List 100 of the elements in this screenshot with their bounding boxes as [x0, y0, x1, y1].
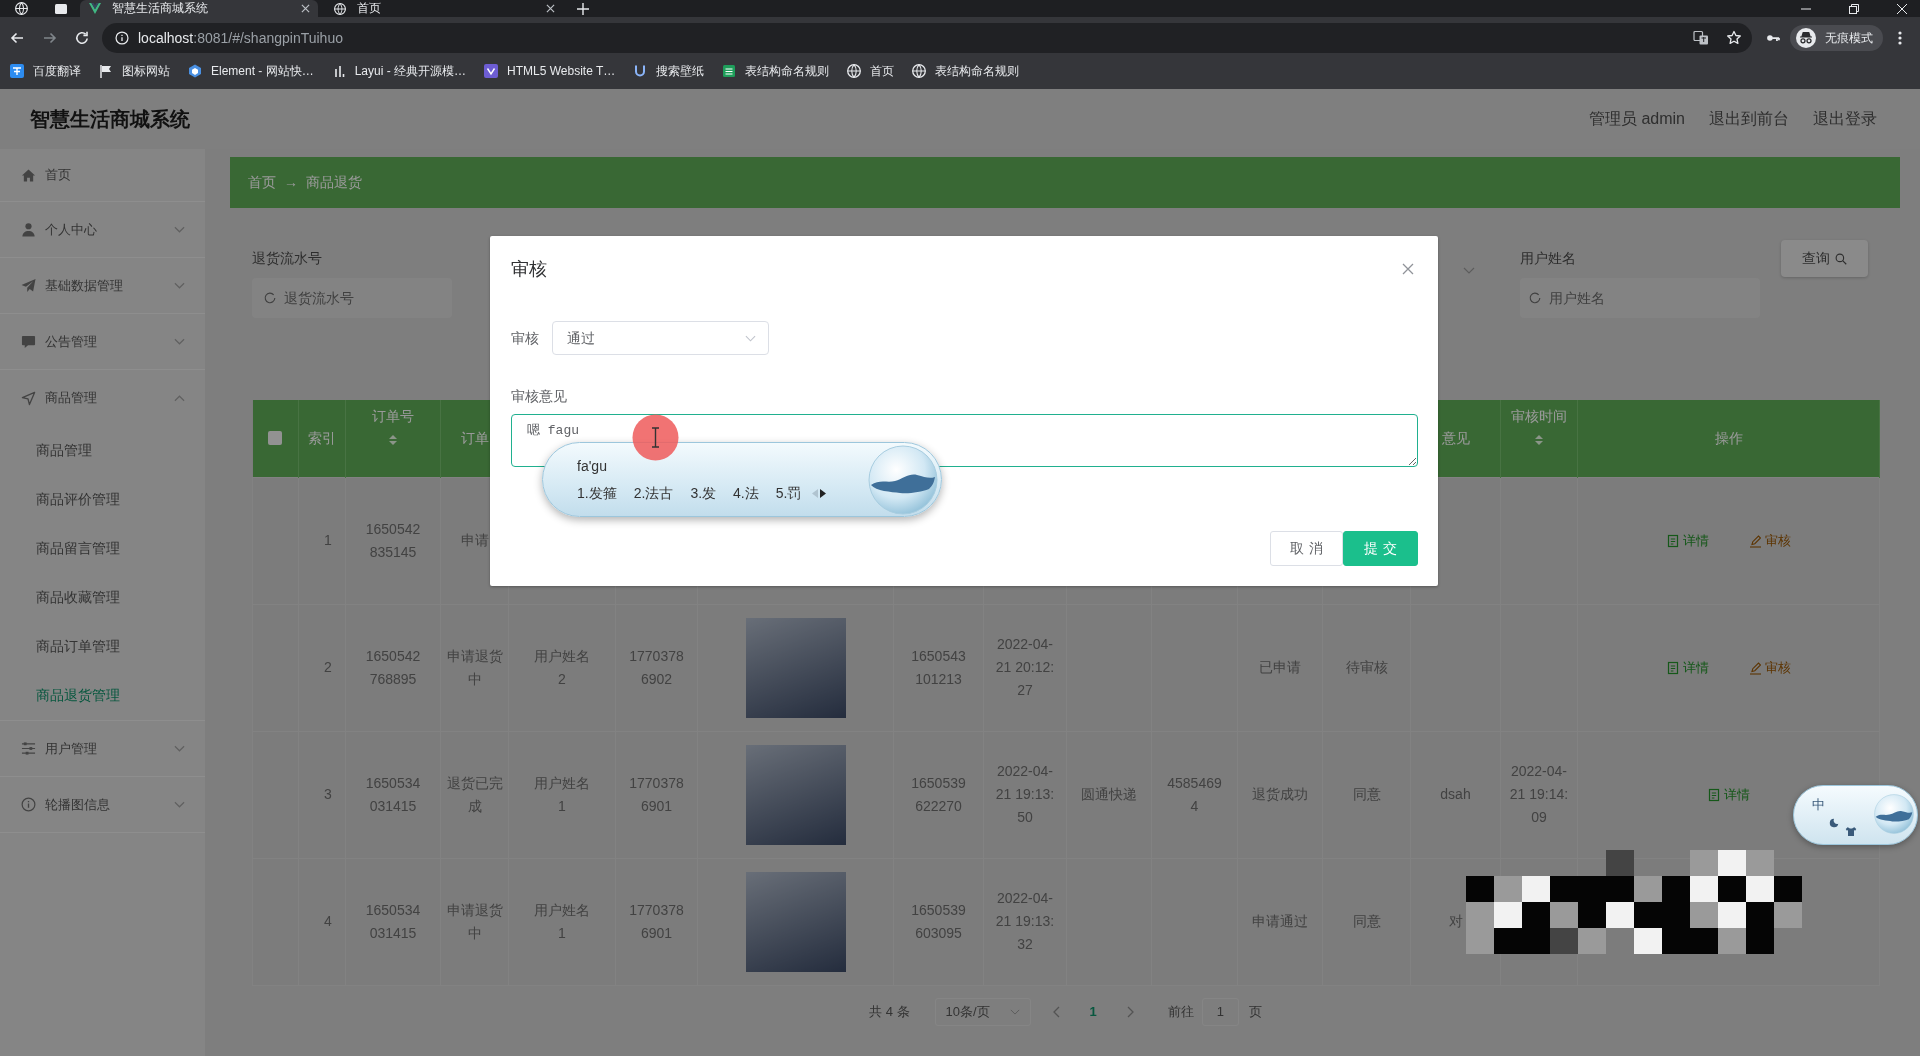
ime-candidate[interactable]: 4.法 — [733, 484, 759, 502]
sidebar-subitem[interactable]: 商品订单管理 — [0, 622, 205, 671]
sidebar-item[interactable]: 首页 — [0, 149, 205, 202]
page-number[interactable]: 1 — [1089, 1002, 1097, 1021]
sidebar-subitem[interactable]: 商品管理 — [0, 426, 205, 475]
star-icon[interactable] — [1726, 30, 1742, 46]
right-triangle-icon[interactable] — [820, 488, 827, 498]
bookmark[interactable]: 表结构命名规则 — [912, 63, 1020, 79]
chevron-down-icon — [745, 334, 756, 342]
breadcrumb-separator: → — [284, 173, 298, 192]
table-cell: 2022-04-21 19:14:09 — [1500, 731, 1578, 858]
submit-button[interactable]: 提交 — [1343, 531, 1418, 566]
navigation-arrow-icon — [21, 390, 36, 406]
table-cell: 用户姓名1 — [508, 858, 616, 985]
document-icon — [1666, 533, 1679, 548]
detail-link[interactable]: 详情 — [1666, 658, 1709, 677]
back-arrow-icon[interactable] — [9, 30, 25, 46]
info-icon[interactable] — [115, 31, 129, 45]
globe-icon — [847, 64, 862, 78]
total-count: 共 4 条 — [869, 1002, 910, 1021]
user-icon — [21, 222, 36, 237]
detail-link[interactable]: 详情 — [1707, 785, 1750, 804]
more-icon[interactable] — [1898, 30, 1902, 46]
profile-button[interactable]: 无痕模式 — [1790, 25, 1883, 51]
shirt-icon[interactable] — [1845, 826, 1857, 837]
header-link[interactable]: 退出登录 — [1813, 107, 1877, 131]
table-cell: 1650543101213 — [893, 604, 984, 731]
sidebar-item[interactable]: 商品管理 — [0, 370, 205, 426]
sidebar-item[interactable]: 公告管理 — [0, 314, 205, 370]
page-jump-field[interactable]: 1 — [1201, 997, 1239, 1026]
globe-icon[interactable] — [15, 2, 28, 15]
close-icon[interactable] — [546, 4, 555, 13]
table-cell: 退货成功 — [1237, 731, 1323, 858]
sidebar-subitem[interactable]: 商品收藏管理 — [0, 573, 205, 622]
bookmark[interactable]: 首页 — [847, 63, 895, 79]
table-cell: 1650534031415 — [345, 731, 441, 858]
address-text: localhost:8081/#/shangpinTuihuo — [138, 29, 343, 47]
close-icon[interactable] — [301, 4, 310, 13]
table-cell: 2 — [298, 604, 346, 731]
table-cell: 3 — [298, 731, 346, 858]
ime-mode[interactable]: 中 — [1812, 796, 1825, 814]
header-link[interactable]: 管理员 admin — [1588, 107, 1685, 131]
plus-icon[interactable] — [577, 2, 589, 15]
page-size-select[interactable]: 10条/页 — [934, 997, 1031, 1026]
review-select[interactable]: 通过 — [552, 321, 769, 355]
table-cell: 1650542835145 — [345, 477, 441, 604]
browser-tab[interactable]: 智慧生活商城系统 — [80, 0, 318, 17]
sidebar-item[interactable]: 用户管理 — [0, 721, 205, 777]
review-link[interactable]: 审核 — [1748, 658, 1791, 677]
review-link[interactable]: 审核 — [1748, 531, 1791, 550]
search-button[interactable]: 查询 — [1781, 240, 1868, 277]
document-icon — [1707, 787, 1720, 802]
dialog-title: 审核 — [511, 258, 547, 281]
sidebar-item[interactable]: 轮播图信息 — [0, 777, 205, 833]
window-icon[interactable] — [55, 3, 67, 14]
header-link[interactable]: 退出到前台 — [1709, 107, 1789, 131]
sidebar-item[interactable]: 基础数据管理 — [0, 258, 205, 314]
table-cell: 圆通快递 — [1066, 731, 1152, 858]
column-header: 操作 — [1714, 430, 1743, 447]
sidebar-subitem[interactable]: 商品留言管理 — [0, 524, 205, 573]
pencil-icon — [1748, 660, 1761, 675]
moon-icon[interactable] — [1829, 818, 1839, 828]
column-header: 订单号 — [372, 408, 414, 424]
forward-arrow-icon[interactable] — [42, 30, 58, 46]
ime-candidate[interactable]: 1.发箍 — [577, 484, 617, 502]
sidebar-item[interactable]: 个人中心 — [0, 202, 205, 258]
ime-candidate[interactable]: 2.法古 — [633, 484, 674, 502]
breadcrumb-link[interactable]: 首页 — [248, 172, 276, 193]
bookmark[interactable]: HTML5 Website T… — [484, 63, 616, 79]
search-field[interactable]: 退货流水号 — [252, 278, 452, 318]
bookmark[interactable]: 图标网站 — [99, 63, 170, 79]
cancel-button[interactable]: 取消 — [1270, 531, 1343, 566]
table-cell: 申请退货中 — [440, 604, 509, 731]
translate-icon[interactable] — [1693, 30, 1709, 46]
browser-tab[interactable]: 首页 — [325, 0, 563, 17]
search-field[interactable]: 用户姓名 — [1520, 278, 1760, 318]
address-bar[interactable]: localhost:8081/#/shangpinTuihuo — [102, 23, 1752, 53]
detail-link[interactable]: 详情 — [1666, 531, 1709, 550]
reload-icon[interactable] — [74, 30, 90, 46]
bookmark[interactable]: 表结构命名规则 — [722, 63, 830, 79]
info-icon — [21, 797, 36, 812]
table-cell: 1650534031415 — [345, 858, 441, 985]
bookmark[interactable]: Layui - 经典开源模… — [331, 63, 467, 79]
field-label: 审核 — [511, 329, 539, 347]
table-cell: 17703786901 — [615, 858, 698, 985]
bookmark[interactable]: 搜索壁纸 — [633, 63, 705, 79]
minimize-icon[interactable] — [1801, 5, 1811, 12]
ime-candidate[interactable]: 5.罚 — [775, 484, 802, 502]
sidebar-subitem[interactable]: 商品评价管理 — [0, 475, 205, 524]
ime-candidate[interactable]: 3.发 — [690, 484, 717, 502]
paper-plane-icon — [21, 278, 36, 293]
column-header: 索引 — [308, 430, 336, 447]
select-all-checkbox[interactable] — [268, 431, 283, 446]
sidebar-subitem[interactable]: 商品退货管理 — [0, 671, 205, 720]
bookmark[interactable]: 百度翻译 — [10, 63, 81, 79]
jump-suffix: 页 — [1248, 1002, 1262, 1021]
pencil-icon — [1748, 533, 1761, 548]
bookmark[interactable]: Element - 网站快… — [188, 63, 314, 79]
table-cell: dsah — [1410, 731, 1501, 858]
restore-icon[interactable] — [1849, 3, 1859, 14]
